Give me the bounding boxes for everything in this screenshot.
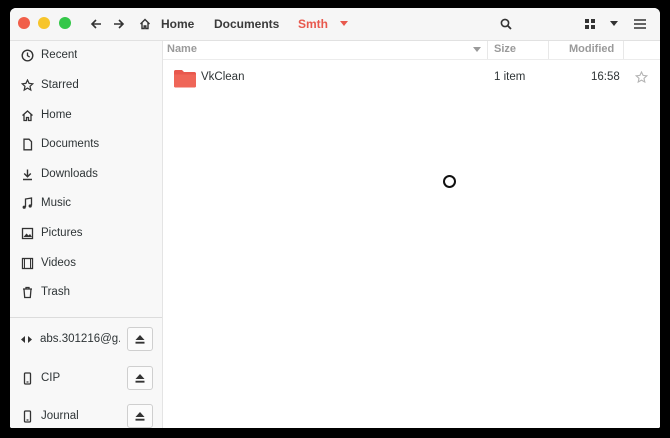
column-header-name[interactable]: Name [167, 43, 197, 55]
forward-button[interactable] [109, 14, 129, 34]
column-header-row: Name Size Modified [163, 41, 660, 60]
maximize-window-button[interactable] [59, 17, 71, 29]
sidebar-item-label: Videos [41, 257, 76, 269]
phone-icon [20, 371, 34, 385]
triangle-down-icon [340, 21, 348, 26]
hamburger-menu-icon [634, 19, 646, 29]
sidebar-item-network-account[interactable]: abs.301216@g... [10, 325, 120, 353]
eject-button[interactable] [127, 327, 153, 351]
picture-icon [20, 226, 34, 240]
close-window-button[interactable] [18, 17, 30, 29]
column-separator[interactable] [623, 41, 624, 59]
file-modified: 16:58 [591, 71, 620, 83]
table-row[interactable]: VkClean 1 item 16:58 [163, 63, 660, 93]
phone-icon [20, 409, 34, 423]
sidebar-item-label: Documents [41, 138, 100, 150]
breadcrumb-menu-button[interactable] [334, 14, 354, 34]
eject-icon [135, 373, 145, 383]
grid-icon [585, 19, 595, 29]
home-icon [140, 18, 150, 30]
header-bar: Home Documents Smth [10, 8, 660, 41]
sidebar-item-documents[interactable]: Documents [10, 130, 162, 158]
eject-button[interactable] [127, 404, 153, 428]
eject-icon [135, 334, 145, 344]
sidebar-item-home[interactable]: Home [10, 101, 162, 129]
sidebar-item-label: abs.301216@g... [40, 333, 120, 345]
sidebar-item-videos[interactable]: Videos [10, 249, 162, 277]
sidebar-item-label: Recent [41, 49, 78, 61]
home-crumb-button[interactable] [135, 14, 155, 34]
sidebar-item-label: Music [41, 197, 72, 209]
sort-descending-icon[interactable] [473, 47, 481, 53]
video-icon [20, 256, 34, 270]
back-button[interactable] [86, 14, 106, 34]
star-icon [20, 78, 34, 92]
music-icon [20, 196, 34, 210]
sidebar-item-recent[interactable]: Recent [10, 41, 162, 69]
home-icon [20, 108, 34, 122]
menu-button[interactable] [630, 14, 650, 34]
file-manager-window: Home Documents Smth Recent Starred Home … [10, 8, 660, 428]
view-grid-button[interactable] [580, 14, 600, 34]
sidebar-item-label: Journal [41, 410, 79, 422]
sidebar-item-music[interactable]: Music [10, 189, 162, 217]
sidebar-item-label: Home [41, 109, 72, 121]
download-icon [20, 167, 34, 181]
breadcrumb-home[interactable]: Home [161, 17, 194, 31]
folder-icon [174, 70, 196, 88]
breadcrumb-current[interactable]: Smth [298, 17, 328, 31]
sidebar-item-pictures[interactable]: Pictures [10, 219, 162, 247]
network-drive-icon [20, 332, 33, 346]
clock-icon [20, 48, 34, 62]
sidebar-item-cip[interactable]: CIP [10, 364, 120, 392]
document-icon [20, 137, 34, 151]
sidebar: Recent Starred Home Documents Downloads … [10, 41, 163, 428]
sidebar-item-label: Starred [41, 79, 79, 91]
sidebar-separator [10, 317, 162, 318]
column-header-size[interactable]: Size [494, 43, 516, 55]
breadcrumb-documents[interactable]: Documents [214, 17, 279, 31]
sidebar-item-label: Downloads [41, 168, 98, 180]
loading-cursor-icon [443, 175, 456, 188]
sidebar-item-label: CIP [41, 372, 61, 384]
arrow-right-icon [114, 19, 125, 29]
star-icon[interactable] [635, 71, 648, 84]
minimize-window-button[interactable] [38, 17, 50, 29]
view-options-button[interactable] [604, 14, 624, 34]
search-icon [500, 18, 512, 30]
sidebar-item-journal[interactable]: Journal [10, 402, 120, 428]
file-size: 1 item [494, 71, 526, 83]
trash-icon [20, 285, 34, 299]
file-list-view[interactable]: Name Size Modified VkClean 1 item 16:58 [163, 41, 660, 428]
sidebar-item-downloads[interactable]: Downloads [10, 160, 162, 188]
arrow-left-icon [90, 19, 101, 29]
eject-icon [135, 411, 145, 421]
search-button[interactable] [496, 14, 516, 34]
column-separator[interactable] [487, 41, 488, 59]
column-separator[interactable] [548, 41, 549, 59]
column-header-modified[interactable]: Modified [569, 43, 614, 55]
sidebar-item-trash[interactable]: Trash [10, 278, 162, 306]
eject-button[interactable] [127, 366, 153, 390]
sidebar-item-label: Trash [41, 286, 70, 298]
file-name: VkClean [201, 71, 245, 83]
sidebar-item-starred[interactable]: Starred [10, 71, 162, 99]
triangle-down-icon [610, 21, 618, 26]
sidebar-item-label: Pictures [41, 227, 83, 239]
